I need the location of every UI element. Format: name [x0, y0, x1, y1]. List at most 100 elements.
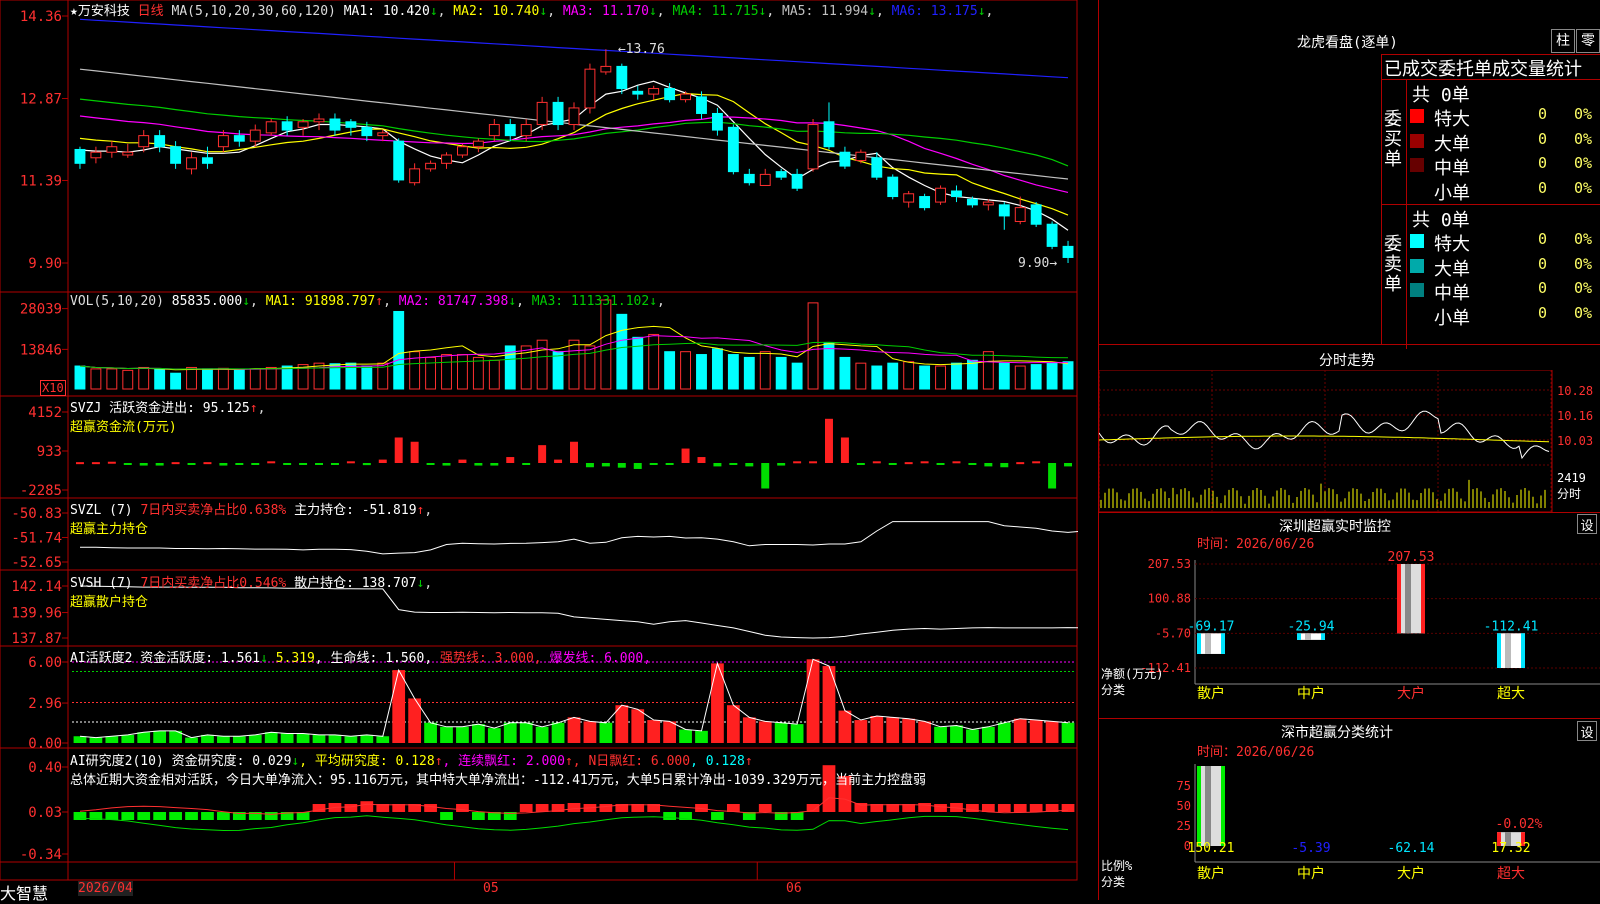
- svzj-bar: [378, 459, 387, 463]
- volume-bar: [743, 356, 755, 390]
- candle-body: [935, 187, 946, 203]
- intraday-vol-label: 2419: [1557, 471, 1586, 485]
- order-row-qty: 0: [1538, 105, 1548, 123]
- order-row-name: 特大: [1434, 234, 1470, 255]
- class-settings-button[interactable]: 设: [1577, 721, 1597, 741]
- y-tick-label: 933: [37, 444, 62, 460]
- candle-body: [696, 96, 707, 114]
- stock-name: 万安科技: [77, 4, 130, 19]
- monitor-bar-label: -69.17: [1188, 619, 1235, 634]
- ai-activity-bar: [217, 736, 230, 743]
- ai-activity-bar: [599, 722, 613, 743]
- class-top-label: -0.02%: [1496, 817, 1543, 832]
- y-tick-label: -50.83: [11, 506, 62, 522]
- candle-body: [791, 173, 803, 189]
- ai-study-bar: [918, 803, 931, 812]
- chart-frame: [0, 0, 1078, 881]
- intraday-chart[interactable]: 10.28 10.16 10.03 2419 分时: [1099, 370, 1600, 512]
- ai-study-bar: [121, 812, 135, 820]
- svzj-bar: [426, 463, 435, 465]
- ai-study-bar: [1029, 804, 1043, 812]
- svzj-bar: [410, 441, 419, 463]
- svzj-bar: [267, 461, 276, 464]
- ai-study-bar: [934, 804, 947, 812]
- volume-bar: [186, 366, 197, 390]
- monitor-tick: 207.53: [1148, 557, 1191, 571]
- monitor-bar: [1197, 633, 1225, 654]
- monitor-chart: 时间：2026/06/26 207.53 100.88 -5.70 -112.41 净额(…: [1101, 537, 1600, 702]
- ai-activity-bar: [647, 720, 661, 743]
- candle-body: [887, 176, 899, 198]
- volume-bar: [74, 365, 86, 390]
- volume-bar: [775, 356, 787, 390]
- color-swatch: [1410, 109, 1424, 123]
- candle-body: [106, 146, 118, 153]
- volume-bar: [998, 362, 1010, 390]
- volume-bar: [951, 362, 962, 390]
- color-swatch: [1410, 258, 1424, 273]
- order-row: 小单 0 0%: [1408, 304, 1600, 329]
- y-tick-label: 28039: [20, 302, 62, 318]
- ai-study-bar: [201, 812, 214, 820]
- volume-bar: [568, 339, 580, 390]
- intraday-tick: 10.03: [1557, 434, 1593, 448]
- svzj-bar: [793, 461, 802, 464]
- ai-study-bar: [1013, 804, 1027, 812]
- ai-activity-bar: [1061, 722, 1075, 743]
- ai-study-bar: [169, 812, 182, 820]
- volume-bar: [202, 368, 213, 390]
- color-swatch: [1410, 234, 1424, 248]
- volume-bar: [217, 367, 229, 390]
- candle-body: [1014, 207, 1026, 222]
- ai-activity-bar: [503, 722, 517, 743]
- column-view-button[interactable]: 柱: [1551, 29, 1575, 53]
- ma-value-3: MA3: 11.170: [555, 4, 649, 19]
- volume-bar: [871, 365, 883, 390]
- monitor-tick: -5.70: [1155, 626, 1191, 640]
- ai-study-bar: [153, 812, 167, 820]
- ai-activity-bar: [280, 733, 294, 743]
- ma-value-6: MA6: 13.175: [883, 4, 978, 19]
- star-icon[interactable]: ★: [70, 4, 78, 19]
- svzj-bar: [235, 463, 244, 465]
- candle-body: [855, 151, 867, 162]
- order-row-name: 小单: [1434, 307, 1470, 329]
- ai-activity-bar: [886, 717, 900, 743]
- candle-body: [233, 135, 245, 142]
- monitor-bar-label: -25.94: [1288, 619, 1335, 634]
- order-row-pct: 0%: [1574, 129, 1593, 148]
- svsh-subtitle: 超赢散户持仓: [70, 595, 149, 610]
- svzj-bar: [315, 463, 323, 465]
- svzj-bar: [585, 463, 594, 468]
- svzj-bar: [1000, 463, 1009, 468]
- candle-body: [536, 101, 548, 126]
- volume-bar: [441, 354, 452, 390]
- color-swatch: [1410, 158, 1424, 172]
- ai-activity-bar: [89, 737, 103, 743]
- ai-activity-bar: [934, 726, 947, 743]
- svzj-bar: [904, 462, 913, 465]
- buy-total: 共 0单: [1412, 85, 1470, 106]
- volume-bar: [361, 365, 373, 390]
- candle-body: [202, 157, 213, 164]
- intraday-unit: 分时: [1557, 487, 1581, 501]
- svsh-header: SVSH (7) 7日内买卖净占比0.546% 散户持仓: 138.707↓, …: [70, 576, 433, 610]
- class-tick: 50: [1177, 799, 1191, 813]
- y-tick-label: -0.34: [20, 847, 62, 863]
- vol-ma-value-3: MA3: 111331.102: [523, 294, 650, 309]
- ai-study-bar: [137, 812, 151, 820]
- svzj-bar: [681, 448, 690, 463]
- volume-bar: [170, 372, 182, 390]
- ai-study-bar: [758, 804, 772, 812]
- ai-activity-bar: [185, 737, 198, 743]
- period-label[interactable]: 日线: [138, 4, 164, 19]
- volume-bar: [823, 342, 835, 390]
- ai-study-bar: [105, 812, 119, 820]
- zero-button[interactable]: 零: [1576, 29, 1600, 53]
- svzj-bar: [490, 463, 499, 466]
- monitor-tick: 100.88: [1148, 592, 1191, 606]
- ai-study-bar: [854, 803, 868, 812]
- monitor-settings-button[interactable]: 设: [1577, 514, 1597, 534]
- order-stats-box: 已成交委托单成交量统计 委买单 委卖单 共 0单 共 0单 特大 0 0% 大单 0 0%…: [1381, 54, 1600, 349]
- volume-bar: [696, 354, 707, 390]
